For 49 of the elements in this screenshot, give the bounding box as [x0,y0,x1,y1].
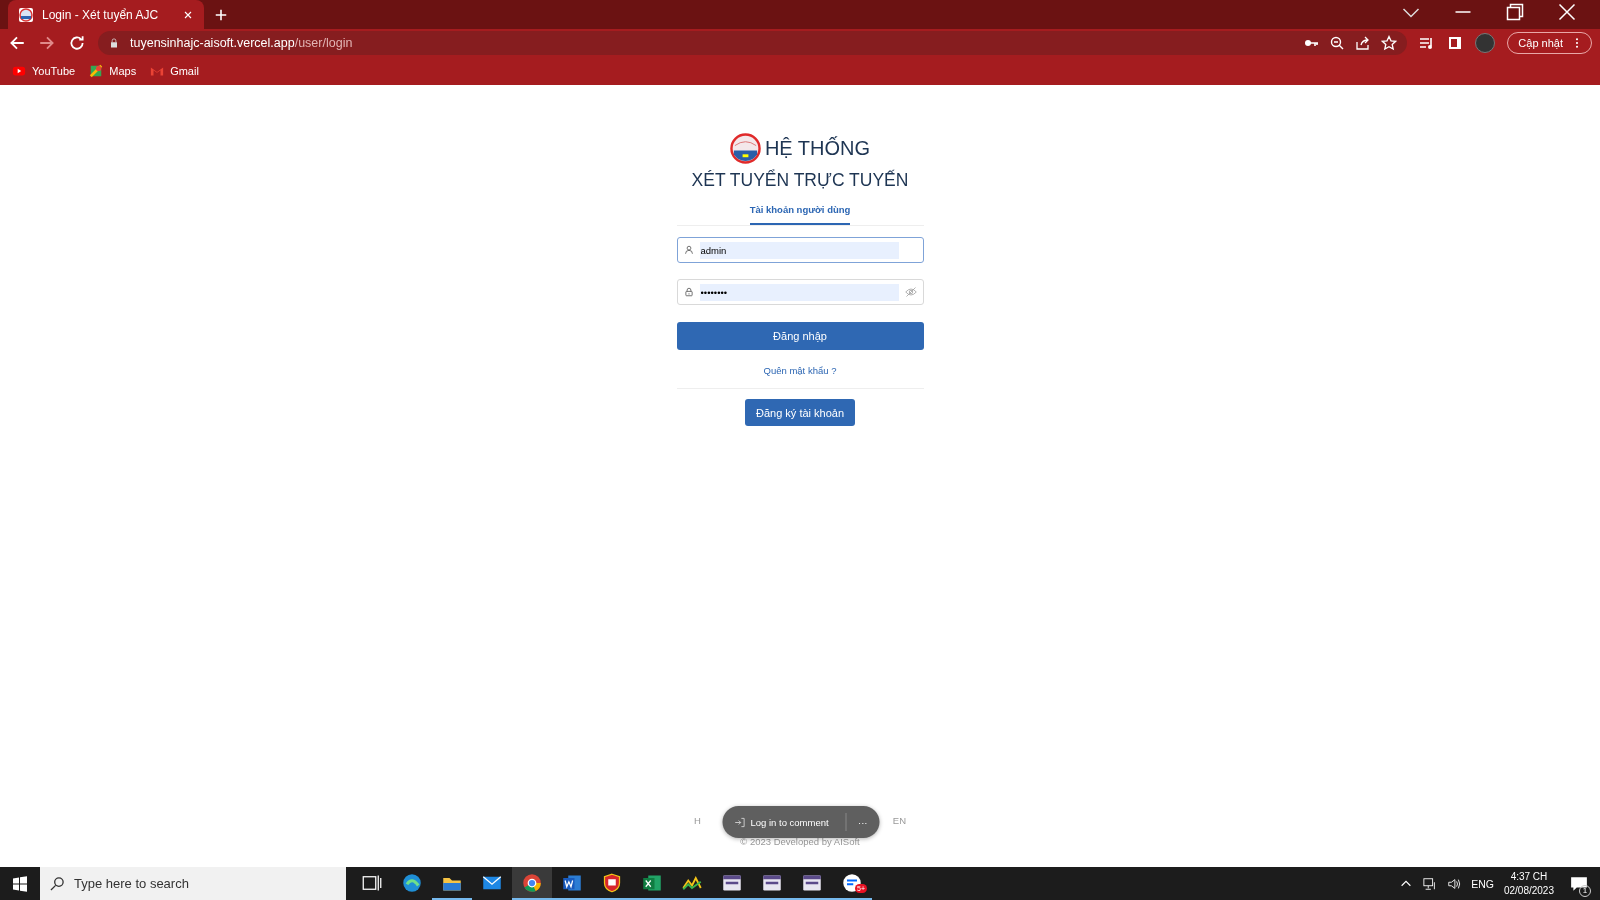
search-icon [50,876,65,891]
zoom-out-icon[interactable] [1329,35,1346,51]
speaker-icon[interactable] [1447,876,1462,891]
lock-icon [683,287,694,297]
bookmark-link[interactable]: Maps [89,64,137,78]
password-field[interactable]: •••••••• [676,279,924,305]
reload-icon[interactable] [68,34,86,52]
clock[interactable]: 4:37 CH 02/08/2023 [1503,869,1554,898]
favicon-icon [18,6,34,23]
login-button[interactable]: Đăng nhập [676,322,924,350]
shield-icon [602,872,622,893]
more-button[interactable]: ··· [858,816,868,828]
tab-title: Login - Xét tuyển AJC [42,7,160,22]
notification-icon [1570,874,1588,893]
share-icon[interactable] [1355,35,1372,51]
username-field[interactable]: admin [676,237,924,263]
logo-icon [729,133,761,164]
url-text: tuyensinhajc-aisoft.vercel.app/user/login [130,36,353,50]
system-title: HỆ THỐNG [764,137,871,160]
forgot-password-link[interactable]: Quên mật khẩu ? [763,365,837,376]
footer-text: H [694,815,701,826]
bookmark-link[interactable]: YouTube [12,64,76,78]
network-icon[interactable] [1423,876,1438,891]
forward-icon[interactable] [38,34,56,52]
system-subtitle: XÉT TUYỂN TRỰC TUYẾN [690,170,910,191]
sign-in-icon [734,816,746,828]
edge-icon [402,872,422,893]
star-icon[interactable] [1381,35,1398,51]
youtube-icon [12,64,26,78]
language-indicator[interactable]: ENG [1471,877,1494,890]
login-to-comment-button[interactable]: Log in to comment [734,816,839,828]
back-icon[interactable] [8,34,26,52]
bookmark-link[interactable]: Gmail [150,64,199,78]
register-button[interactable]: Đăng ký tài khoản [744,399,856,426]
lock-icon [108,37,120,49]
address-bar[interactable]: tuyensinhajc-aisoft.vercel.app/user/login [98,31,1408,55]
taskbar-app[interactable] [512,867,552,900]
windows-icon[interactable] [12,875,28,892]
chrome-icon [522,872,542,893]
browser-tab[interactable]: Login - Xét tuyển AJC [8,0,204,29]
plus-icon[interactable] [214,7,228,22]
user-icon [683,245,694,255]
account-tab[interactable]: Tài khoản người dùng [749,201,851,225]
taskbar-search-field[interactable]: Type here to search [40,867,346,900]
map-pin-icon [89,64,104,78]
avatar-icon[interactable] [1475,33,1496,53]
footer-text: EN [892,815,906,826]
side-panel-icon[interactable] [1447,35,1464,51]
copyright-text: © 2023 Developed by AISoft [740,836,860,847]
